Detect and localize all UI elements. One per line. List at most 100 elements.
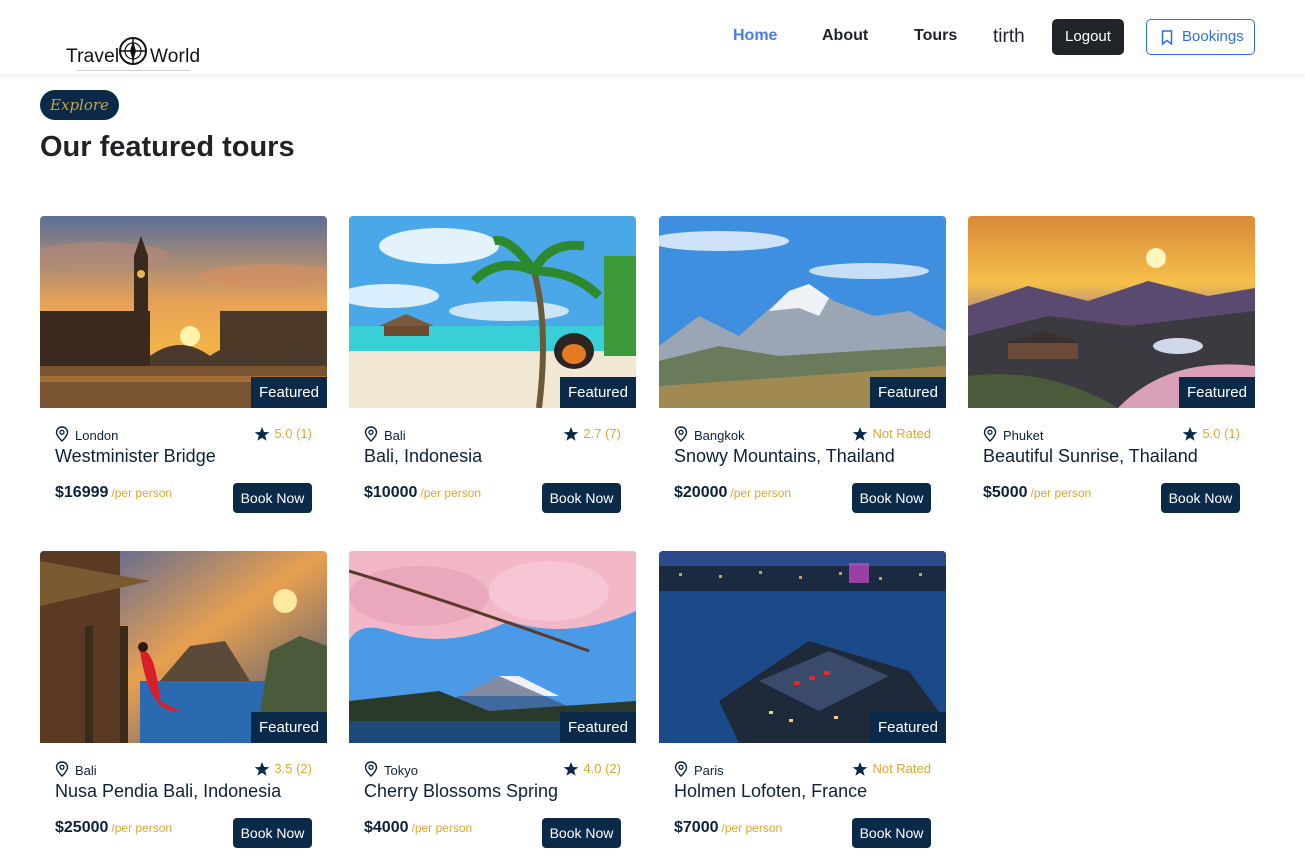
tour-city: Tokyo <box>384 763 418 778</box>
price-unit: /per person <box>1030 486 1092 500</box>
book-now-button[interactable]: Book Now <box>852 818 931 848</box>
rating-value: 5.0 (1) <box>274 426 312 441</box>
price-unit: /per person <box>420 486 482 500</box>
map-pin-icon <box>674 761 688 777</box>
book-now-button[interactable]: Book Now <box>1161 483 1240 513</box>
tour-city: Bangkok <box>694 428 745 443</box>
price-value: $4000 <box>364 819 409 836</box>
tour-price: $10000/per person <box>364 484 481 502</box>
tour-price: $5000/per person <box>983 484 1091 502</box>
tour-city: London <box>75 428 119 443</box>
tour-title[interactable]: Holmen Lofoten, France <box>674 781 867 802</box>
tour-image-westminster-bridge[interactable]: Featured <box>40 216 327 408</box>
tour-title[interactable]: Cherry Blossoms Spring <box>364 781 558 802</box>
featured-badge: Featured <box>869 712 946 743</box>
featured-badge: Featured <box>869 377 946 408</box>
map-pin-icon <box>983 426 997 442</box>
tour-city: Phuket <box>1003 428 1044 443</box>
rating-value: Not Rated <box>872 426 931 441</box>
tour-card: Featured Phuket 5.0 (1) Beautiful Sunris… <box>968 216 1255 516</box>
tour-city: Bali <box>384 428 406 443</box>
price-unit: /per person <box>111 821 173 835</box>
logo-underline <box>76 70 190 71</box>
featured-badge: Featured <box>250 377 327 408</box>
tour-rating: Not Rated <box>853 426 931 444</box>
featured-badge: Featured <box>559 377 636 408</box>
tour-image-snowy-mountains[interactable]: Featured <box>659 216 946 408</box>
map-pin-icon <box>364 426 378 442</box>
price-value: $25000 <box>55 819 109 836</box>
tour-city: Paris <box>694 763 724 778</box>
tour-card: Featured Bangkok Not Rated Snowy Mountai… <box>659 216 946 516</box>
tour-price: $4000/per person <box>364 819 472 837</box>
map-pin-icon <box>55 426 69 442</box>
price-value: $7000 <box>674 819 719 836</box>
book-now-button[interactable]: Book Now <box>542 818 621 848</box>
globe-icon <box>119 37 147 65</box>
logo-word-travel: Travel <box>66 46 120 67</box>
star-icon <box>564 762 579 776</box>
logout-button[interactable]: Logout <box>1052 19 1124 55</box>
map-pin-icon <box>55 761 69 777</box>
price-value: $10000 <box>364 484 418 501</box>
tour-card: Featured Tokyo 4.0 (2) Cherry Blossoms S… <box>349 551 636 851</box>
tour-card: Featured Bali 2.7 (7) Bali, Indonesia $1… <box>349 216 636 516</box>
tour-title[interactable]: Snowy Mountains, Thailand <box>674 446 895 467</box>
tour-rating: 3.5 (2) <box>255 761 312 779</box>
bookmark-icon <box>1161 30 1173 45</box>
featured-badge: Featured <box>250 712 327 743</box>
top-navbar: Travel World Home About Tours tirth Logou… <box>0 0 1305 74</box>
page-title: Our featured tours <box>40 131 295 163</box>
tour-title[interactable]: Nusa Pendia Bali, Indonesia <box>55 781 281 802</box>
tour-rating: 5.0 (1) <box>1183 426 1240 444</box>
tour-card: Featured Paris Not Rated Holmen Lofoten,… <box>659 551 946 851</box>
tour-price: $25000/per person <box>55 819 172 837</box>
star-icon <box>255 427 270 441</box>
tour-price: $20000/per person <box>674 484 791 502</box>
explore-pill: Explore <box>40 90 119 120</box>
tour-card: Featured Bali 3.5 (2) Nusa Pendia Bali, … <box>40 551 327 851</box>
tour-rating: Not Rated <box>853 761 931 779</box>
nav-home[interactable]: Home <box>733 27 777 45</box>
tour-image-cherry-blossoms[interactable]: Featured <box>349 551 636 743</box>
tour-title[interactable]: Westminister Bridge <box>55 446 216 467</box>
tour-rating: 5.0 (1) <box>255 426 312 444</box>
star-icon <box>1183 427 1198 441</box>
rating-value: 5.0 (1) <box>1202 426 1240 441</box>
rating-value: 3.5 (2) <box>274 761 312 776</box>
price-value: $16999 <box>55 484 109 501</box>
tour-image-nusa-pendia[interactable]: Featured <box>40 551 327 743</box>
tour-image-holmen-lofoten[interactable]: Featured <box>659 551 946 743</box>
price-value: $20000 <box>674 484 728 501</box>
logo-word-world: World <box>150 46 201 67</box>
tour-rating: 2.7 (7) <box>564 426 621 444</box>
tour-price: $16999/per person <box>55 484 172 502</box>
price-unit: /per person <box>721 821 783 835</box>
star-icon <box>564 427 579 441</box>
map-pin-icon <box>364 761 378 777</box>
star-icon <box>255 762 270 776</box>
book-now-button[interactable]: Book Now <box>542 483 621 513</box>
tour-card: Featured London 5.0 (1) Westminister Bri… <box>40 216 327 516</box>
featured-badge: Featured <box>559 712 636 743</box>
username-label: tirth <box>993 26 1025 47</box>
tour-title[interactable]: Beautiful Sunrise, Thailand <box>983 446 1198 467</box>
tour-image-bali-indonesia[interactable]: Featured <box>349 216 636 408</box>
book-now-button[interactable]: Book Now <box>233 483 312 513</box>
book-now-button[interactable]: Book Now <box>852 483 931 513</box>
tour-title[interactable]: Bali, Indonesia <box>364 446 482 467</box>
bookings-button[interactable]: Bookings <box>1146 19 1255 55</box>
price-unit: /per person <box>111 486 173 500</box>
tour-image-beautiful-sunrise[interactable]: Featured <box>968 216 1255 408</box>
rating-value: 4.0 (2) <box>583 761 621 776</box>
tour-rating: 4.0 (2) <box>564 761 621 779</box>
logo-text: Travel World <box>66 46 200 68</box>
rating-value: 2.7 (7) <box>583 426 621 441</box>
book-now-button[interactable]: Book Now <box>233 818 312 848</box>
map-pin-icon <box>674 426 688 442</box>
travel-world-logo[interactable]: Travel World <box>66 34 200 74</box>
tour-city: Bali <box>75 763 97 778</box>
star-icon <box>853 427 868 441</box>
nav-tours[interactable]: Tours <box>914 27 957 45</box>
nav-about[interactable]: About <box>822 27 868 45</box>
